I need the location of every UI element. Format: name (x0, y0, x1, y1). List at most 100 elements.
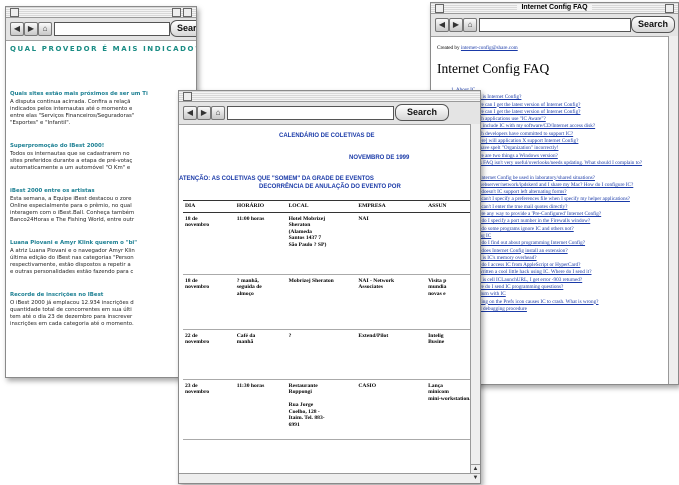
toc-item: 1.2. Where can I get the latest version … (461, 102, 672, 108)
toc-item: 1.6. Which developers have committed to … (461, 131, 672, 137)
column-header: HORÁRIO (234, 200, 287, 213)
toc-item: 2.7. How do I specify a port number in t… (461, 218, 672, 224)
table-cell: 22 de novembro (183, 329, 235, 380)
news-text-line: A atriz Luana Piovani e o navegador Amyr… (10, 248, 135, 254)
home-icon[interactable]: ⌂ (38, 22, 52, 36)
news-headline[interactable]: iBest 2000 entre os artistas (10, 188, 192, 195)
home-icon[interactable]: ⌂ (211, 106, 225, 120)
search-button[interactable]: Search (395, 104, 449, 121)
vertical-scrollbar[interactable]: ▲ ▼ (470, 124, 480, 483)
forward-icon[interactable]: ▶ (24, 22, 38, 36)
title-bar[interactable]: Internet Config FAQ (431, 3, 678, 14)
news-headline[interactable]: Recorde de inscrições no IBest (10, 292, 192, 299)
forward-icon[interactable]: ▶ (449, 18, 463, 32)
toc-item-link[interactable]: 4.1. Clicking on the Prefs icon causes I… (461, 299, 599, 305)
toc-item: 1.8. You have spelt "Organization" incor… (461, 145, 672, 151)
zoom-box-icon[interactable] (183, 8, 192, 17)
zoom-box-icon[interactable] (665, 4, 674, 13)
news-text-line: interagem com o iBest.Ball. Conheça tamb… (10, 210, 135, 216)
collapse-box-icon[interactable] (172, 8, 181, 17)
toolbar: ◀ ▶ ⌂ Search (431, 14, 678, 37)
toc-item-link[interactable]: 2.2. My webserver/network/ipdskerd and I… (461, 182, 633, 188)
table-cell: NAI - Network Associates (356, 274, 427, 330)
toc-item-link[interactable]: 2.6. Is there any way to provide a 'Pre-… (461, 211, 601, 217)
table-cell: 18 de novembro (183, 274, 235, 330)
news-headline[interactable]: Quais sites estão mais próximos de ser u… (10, 91, 192, 98)
news-headline[interactable]: Superpromoção do IBest 2000! (10, 143, 192, 150)
toc-item: 2.4. Why can't I specify a preferences f… (461, 196, 672, 202)
close-box-icon[interactable] (10, 8, 19, 17)
table-cell: CASIO (356, 379, 427, 440)
browser-window-calendar: ◀ ▶ ⌂ Search CALENDÁRIO DE COLETIVAS DE … (178, 90, 481, 484)
toc-item-link[interactable]: 2.1. Can Internet Config be used in labo… (461, 175, 595, 181)
news-text-line: entre elas "Serviços Financeiros/Segurad… (10, 113, 135, 119)
title-bar[interactable] (6, 7, 196, 18)
home-icon[interactable]: ⌂ (463, 18, 477, 32)
toc-item: 3.6. What is cell ICLaunchURL, I get err… (461, 277, 672, 283)
news-headline[interactable]: Luana Piovani e Amyr Klink querem o "bi" (10, 240, 192, 247)
toc-item: 1.4. Which applications use "IC Aware"? (461, 116, 672, 122)
toc-item: 3.2. Why does Internet Config install an… (461, 248, 672, 254)
page-title: QUAL PROVEDOR É MAIS INDICADO? (10, 45, 196, 53)
toc-item: 3.7. Where do I send IC programming ques… (461, 284, 672, 290)
vertical-scrollbar[interactable] (668, 36, 678, 384)
news-text-line: inscrições em cada categoria até o momen… (10, 321, 134, 327)
page-content: QUAL PROVEDOR É MAIS INDICADO? Quais sit… (6, 41, 196, 377)
news-text-line: sites preferidos durante a etapa de pré-… (10, 158, 133, 164)
address-input[interactable] (227, 106, 394, 120)
toc-item: 2.5. Why can't I enter the true mail quo… (461, 204, 672, 210)
toc-item-link[interactable]: 1.5. Can I include IC with my software/C… (461, 123, 595, 129)
toc-item: 1.9. Where are two things a Windows vers… (461, 153, 672, 159)
back-icon[interactable]: ◀ (10, 22, 24, 36)
news-text-line: última edição do iBest nas categorias "P… (10, 255, 134, 261)
toc-item: 1.1. What is Internet Config? (461, 94, 672, 100)
toc-section: 2. Using IC2.1. Can Internet Config be u… (451, 167, 672, 232)
toc-item: 2.6. Is there any way to provide a 'Pre-… (461, 211, 672, 217)
table-cell: Mobrizej Sheraton (286, 274, 357, 330)
back-icon[interactable]: ◀ (183, 106, 197, 120)
warning-line-2: DECORRÊNCIA DE ANULAÇÃO DO EVENTO POR (259, 184, 401, 190)
toc-item: 1.10. This FAQ isn't very useful/overloo… (461, 160, 672, 166)
scroll-down-icon[interactable]: ▼ (471, 473, 480, 483)
search-button[interactable]: Search (631, 16, 675, 33)
search-button[interactable]: Search (170, 20, 196, 37)
table-cell: 18 de novembro (183, 212, 235, 275)
toc-item: 2.1. Can Internet Config be used in labo… (461, 175, 672, 181)
news-item: iBest 2000 entre os artistas Esta semana,… (10, 188, 192, 224)
toc-item: 3.1. How do I find out about programming… (461, 240, 672, 246)
title-bar[interactable] (179, 91, 480, 102)
toc-item-link[interactable]: 2.4. Why can't I specify a preferences f… (461, 196, 630, 202)
browser-window-ibest: ◀ ▶ ⌂ Search QUAL PROVEDOR É MAIS INDICA… (5, 6, 197, 378)
news-text-line: Online especialmente para o prêmio, no q… (10, 203, 132, 209)
toc-section: 4. Crash and Burn with IC4.1. Clicking o… (451, 291, 672, 305)
address-input[interactable] (479, 18, 631, 32)
news-text-line: "Esportes" e "Infantil". (10, 120, 71, 126)
author-email-link[interactable]: internet-config@share.com (461, 45, 518, 51)
table-cell: 11:00 horas (234, 212, 287, 275)
news-text-line: automaticamente a um automóvel "O Km" e (10, 165, 131, 171)
column-header: DIA (183, 200, 235, 213)
toc-item: 2.2. My webserver/network/ipdskerd and I… (461, 182, 672, 188)
forward-icon[interactable]: ▶ (197, 106, 211, 120)
toc-sublist: 4.1. Clicking on the Prefs icon causes I… (451, 299, 672, 305)
address-input[interactable] (54, 22, 170, 36)
warning-line-1: ATENÇÃO: AS COLETIVAS QUE "SOMEM" DA GRA… (179, 176, 374, 182)
toc-section: 5. IJ-A general debugging procedure (451, 306, 672, 312)
toc-item: 4.1. Clicking on the Prefs icon causes I… (461, 299, 672, 305)
back-icon[interactable]: ◀ (435, 18, 449, 32)
created-by: Created by internet-config@share.com (437, 45, 672, 51)
close-box-icon[interactable] (183, 92, 192, 101)
horizontal-scrollbar[interactable] (179, 473, 471, 483)
events-table: DIA HORÁRIO LOCAL EMPRESA ASSUN 18 de novemb… (183, 200, 480, 440)
table-cell: Hotel Mobrizej Sheraton (Alameda Santos … (286, 212, 357, 275)
news-text-line: respectivamente, estão dispostos a repet… (10, 262, 131, 268)
table-row: 23 de novembro 11:30 horas Restaurante Rop… (183, 379, 480, 440)
close-box-icon[interactable] (435, 4, 444, 13)
news-text-line: quantidade total de concorrentes em sua … (10, 307, 132, 313)
toc-sublist: 2.1. Can Internet Config be used in labo… (451, 175, 672, 232)
page-subtitle: NOVEMBRO DE 1999 (349, 155, 410, 161)
toc-item: 2.3. Why doesn't IC support left alterna… (461, 189, 672, 195)
toc-item-link[interactable]: 1.10. This FAQ isn't very useful/overloo… (461, 160, 642, 166)
toc-item: 1.5. Can I include IC with my software/C… (461, 123, 672, 129)
column-header: EMPRESA (356, 200, 427, 213)
